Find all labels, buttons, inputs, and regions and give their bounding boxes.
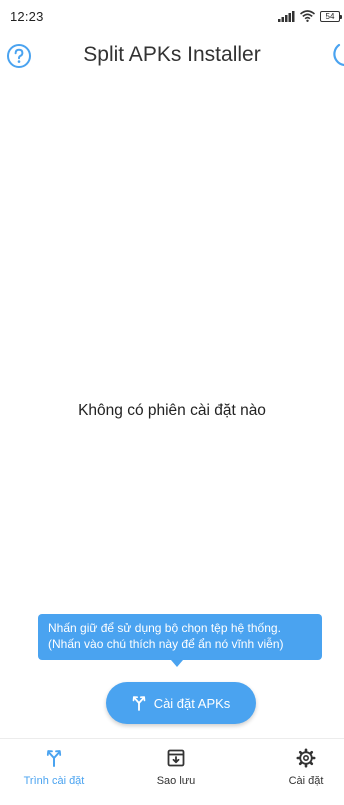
- empty-sessions-message: Không có phiên cài đặt nào: [78, 402, 266, 419]
- split-arrow-icon: [46, 750, 62, 767]
- wifi-icon: [300, 10, 315, 22]
- status-time: 12:23: [10, 9, 44, 24]
- app-bar: Split APKs Installer: [0, 36, 344, 76]
- tooltip-line-2: (Nhấn vào chú thích này để ẩn nó vĩnh vi…: [48, 637, 284, 651]
- theme-toggle-button[interactable]: [330, 41, 344, 71]
- screen: 12:23 54 Split APKs Installer Không có p…: [0, 0, 344, 805]
- hint-tooltip[interactable]: Nhấn giữ để sử dụng bộ chọn tệp hệ thống…: [38, 614, 322, 660]
- status-icons: 54: [278, 9, 342, 23]
- install-apks-button[interactable]: Cài đặt APKs: [106, 682, 256, 724]
- tooltip-arrow: [171, 660, 183, 667]
- tooltip-line-1: Nhấn giữ để sử dụng bộ chọn tệp hệ thống…: [48, 621, 281, 635]
- moon-icon: [333, 43, 344, 67]
- install-apks-label: Cài đặt APKs: [153, 695, 231, 711]
- gear-icon: [296, 748, 316, 768]
- bottom-navigation: Trình cài đặt Sao lưu Cài đặt: [0, 738, 344, 805]
- nav-item-settings[interactable]: Cài đặt: [266, 739, 344, 805]
- nav-label-installer: Trình cài đặt: [23, 775, 85, 787]
- nav-label-backup: Sao lưu: [156, 775, 196, 787]
- battery-icon: 54: [320, 10, 342, 22]
- split-arrow-icon: [132, 696, 145, 711]
- nav-item-installer[interactable]: Trình cài đặt: [14, 739, 94, 805]
- app-title: Split APKs Installer: [83, 43, 261, 66]
- status-bar: 12:23 54: [0, 0, 344, 30]
- archive-icon: [167, 749, 185, 767]
- nav-label-settings: Cài đặt: [288, 775, 324, 787]
- signal-icon: [278, 10, 295, 22]
- battery-level: 54: [325, 11, 335, 21]
- nav-item-backup[interactable]: Sao lưu: [136, 739, 216, 805]
